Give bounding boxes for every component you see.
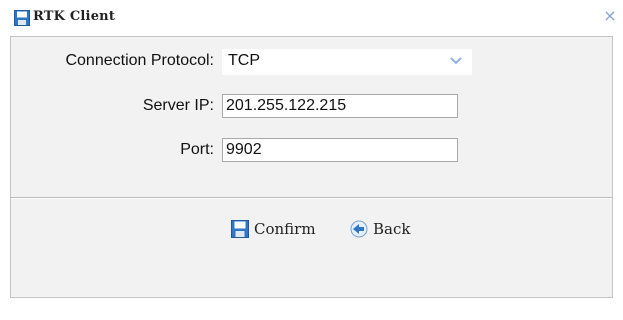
window-title: RTK Client bbox=[33, 9, 116, 24]
server-ip-label: Server IP: bbox=[142, 97, 214, 114]
back-arrow-icon bbox=[350, 220, 368, 238]
back-label: Back bbox=[373, 220, 411, 238]
dialog-panel: Connection Protocol: TCP Server IP: 201.… bbox=[10, 36, 613, 298]
protocol-select[interactable]: TCP bbox=[222, 49, 472, 75]
port-label: Port: bbox=[180, 141, 214, 158]
form-area: Connection Protocol: TCP Server IP: 201.… bbox=[11, 37, 612, 197]
confirm-label: Confirm bbox=[254, 220, 316, 238]
back-button[interactable]: Back bbox=[350, 217, 410, 241]
save-icon bbox=[14, 10, 30, 26]
server-ip-field[interactable]: 201.255.122.215 bbox=[222, 94, 458, 118]
title-bar: RTK Client × bbox=[0, 0, 623, 36]
divider bbox=[11, 197, 612, 199]
confirm-button[interactable]: Confirm bbox=[231, 217, 316, 241]
save-icon bbox=[231, 220, 249, 238]
protocol-label: Connection Protocol: bbox=[65, 52, 214, 69]
port-field[interactable]: 9902 bbox=[222, 138, 458, 162]
protocol-value: TCP bbox=[228, 52, 260, 69]
close-icon[interactable]: × bbox=[601, 7, 619, 25]
chevron-down-icon bbox=[450, 57, 462, 65]
